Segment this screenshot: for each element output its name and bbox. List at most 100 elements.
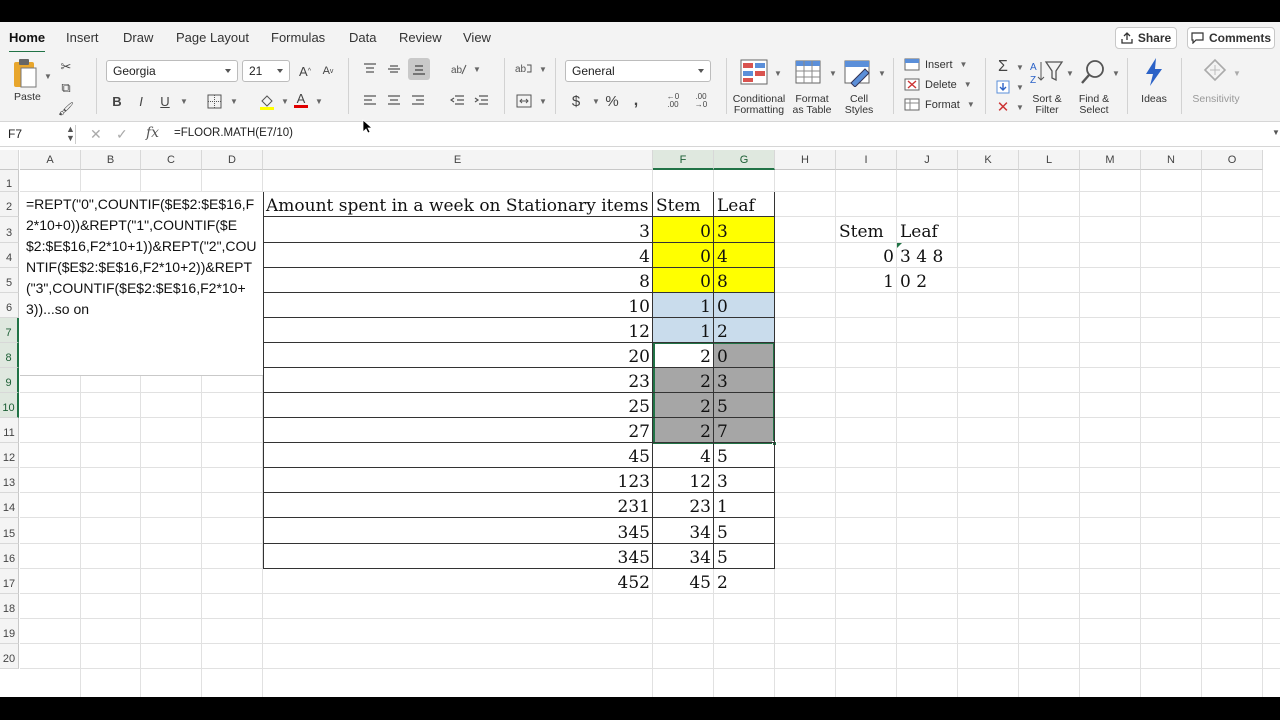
tab-view[interactable]: View: [463, 30, 491, 45]
insert-function-icon[interactable]: fx: [146, 125, 159, 141]
percent-icon[interactable]: %: [603, 92, 621, 110]
column-header-n[interactable]: N: [1141, 150, 1202, 170]
align-middle-icon[interactable]: [386, 60, 402, 78]
amount-cell[interactable]: 452: [263, 569, 653, 594]
wrap-text-icon[interactable]: ab: [514, 60, 534, 78]
row-header-18[interactable]: 18: [0, 594, 19, 619]
column-header-o[interactable]: O: [1202, 150, 1263, 170]
amount-cell[interactable]: 345: [263, 544, 653, 569]
increase-decimal-icon[interactable]: ←0.00: [662, 92, 684, 110]
underline-icon[interactable]: U: [157, 92, 173, 110]
leaf-cell[interactable]: 5: [714, 443, 775, 468]
wrap-text-dropdown-icon[interactable]: ▼: [539, 65, 547, 74]
row-header-13[interactable]: 13: [0, 468, 19, 493]
increase-indent-icon[interactable]: [472, 92, 490, 110]
comma-style-icon[interactable]: ,: [628, 92, 644, 110]
stem-cell[interactable]: 23: [653, 493, 714, 518]
sort-filter-dropdown-icon[interactable]: ▼: [1066, 69, 1074, 78]
summary-leaf-cell[interactable]: 0 2: [897, 268, 958, 293]
fill-dropdown-icon[interactable]: ▼: [1016, 83, 1024, 92]
orientation-dropdown-icon[interactable]: ▼: [473, 65, 481, 74]
enter-icon[interactable]: ✓: [116, 126, 128, 143]
cell-styles-dropdown-icon[interactable]: ▼: [878, 69, 886, 78]
stem-cell[interactable]: 34: [653, 544, 714, 569]
underline-dropdown-icon[interactable]: ▼: [180, 97, 188, 106]
row-header-4[interactable]: 4: [0, 243, 19, 268]
autosum-icon[interactable]: Σ: [994, 58, 1012, 76]
amount-cell[interactable]: 25: [263, 393, 653, 418]
row-header-19[interactable]: 19: [0, 619, 19, 644]
orientation-icon[interactable]: ab: [450, 60, 468, 78]
fill-color-icon[interactable]: [258, 92, 276, 110]
row-header-9[interactable]: 9: [0, 368, 19, 393]
row-header-20[interactable]: 20: [0, 644, 19, 669]
merge-center-icon[interactable]: [514, 92, 534, 110]
column-header-j[interactable]: J: [897, 150, 958, 170]
column-header-i[interactable]: I: [836, 150, 897, 170]
format-cells-button[interactable]: Format ▼: [904, 98, 975, 111]
decrease-decimal-icon[interactable]: .00 →0: [690, 92, 712, 110]
column-header-g[interactable]: G: [714, 150, 775, 170]
amount-cell[interactable]: 345: [263, 518, 653, 544]
sensitivity-dropdown-icon[interactable]: ▼: [1233, 69, 1241, 78]
ideas-icon[interactable]: [1140, 56, 1168, 88]
tab-insert[interactable]: Insert: [66, 30, 99, 45]
stem-cell[interactable]: 0: [653, 268, 714, 293]
stem-cell[interactable]: 45: [653, 569, 714, 594]
amount-cell[interactable]: 3: [263, 217, 653, 243]
column-header-d[interactable]: D: [202, 150, 263, 170]
column-header-a[interactable]: A: [20, 150, 81, 170]
row-header-11[interactable]: 11: [0, 418, 19, 443]
sensitivity-icon[interactable]: [1200, 56, 1230, 88]
tab-data[interactable]: Data: [349, 30, 376, 45]
format-as-table-icon[interactable]: [793, 56, 825, 88]
align-left-icon[interactable]: [362, 92, 378, 110]
delete-cells-button[interactable]: Delete ▼: [904, 78, 972, 91]
expand-formula-bar-icon[interactable]: ▼: [1272, 128, 1280, 137]
stem-cell[interactable]: 1: [653, 293, 714, 318]
summary-stem-header[interactable]: Stem: [836, 217, 897, 243]
row-header-8[interactable]: 8: [0, 343, 19, 368]
share-button[interactable]: Share: [1115, 27, 1177, 49]
amount-cell[interactable]: 123: [263, 468, 653, 493]
currency-dropdown-icon[interactable]: ▼: [592, 97, 600, 106]
merge-dropdown-icon[interactable]: ▼: [539, 97, 547, 106]
font-color-icon[interactable]: A: [293, 90, 309, 110]
amount-cell[interactable]: 231: [263, 493, 653, 518]
amount-cell[interactable]: 8: [263, 268, 653, 293]
align-top-icon[interactable]: [362, 60, 378, 78]
header-leaf-cell[interactable]: Leaf: [714, 192, 775, 217]
borders-dropdown-icon[interactable]: ▼: [230, 97, 238, 106]
leaf-cell[interactable]: 8: [714, 268, 775, 293]
column-header-e[interactable]: E: [263, 150, 653, 170]
header-stem-cell[interactable]: Stem: [653, 192, 714, 217]
decrease-indent-icon[interactable]: [448, 92, 466, 110]
formula-note-textbox[interactable]: =REPT("0",COUNTIF($E$2:$E$16,F2*10+0))&R…: [20, 192, 264, 376]
tab-draw[interactable]: Draw: [123, 30, 153, 45]
leaf-cell[interactable]: 0: [714, 343, 775, 368]
currency-icon[interactable]: $: [568, 92, 584, 110]
font-name-select[interactable]: Georgia: [106, 60, 238, 82]
column-header-c[interactable]: C: [141, 150, 202, 170]
cut-icon[interactable]: ✂: [58, 58, 74, 74]
stem-cell[interactable]: 2: [653, 343, 714, 368]
fill-color-dropdown-icon[interactable]: ▼: [281, 97, 289, 106]
tab-formulas[interactable]: Formulas: [271, 30, 325, 45]
autosum-dropdown-icon[interactable]: ▼: [1016, 63, 1024, 72]
amount-cell[interactable]: 27: [263, 418, 653, 443]
find-select-dropdown-icon[interactable]: ▼: [1112, 69, 1120, 78]
row-header-5[interactable]: 5: [0, 268, 19, 293]
tab-review[interactable]: Review: [399, 30, 442, 45]
column-header-b[interactable]: B: [81, 150, 141, 170]
format-as-table-dropdown-icon[interactable]: ▼: [829, 69, 837, 78]
column-header-k[interactable]: K: [958, 150, 1019, 170]
tab-home[interactable]: Home: [9, 30, 46, 53]
stem-cell[interactable]: 1: [653, 318, 714, 343]
stem-cell[interactable]: 12: [653, 468, 714, 493]
row-header-6[interactable]: 6: [0, 293, 19, 318]
paste-dropdown-icon[interactable]: ▼: [44, 72, 52, 81]
stem-cell[interactable]: 0: [653, 217, 714, 243]
format-painter-icon[interactable]: 🖌: [58, 100, 75, 116]
row-header-14[interactable]: 14: [0, 493, 19, 518]
amount-cell[interactable]: 20: [263, 343, 653, 368]
